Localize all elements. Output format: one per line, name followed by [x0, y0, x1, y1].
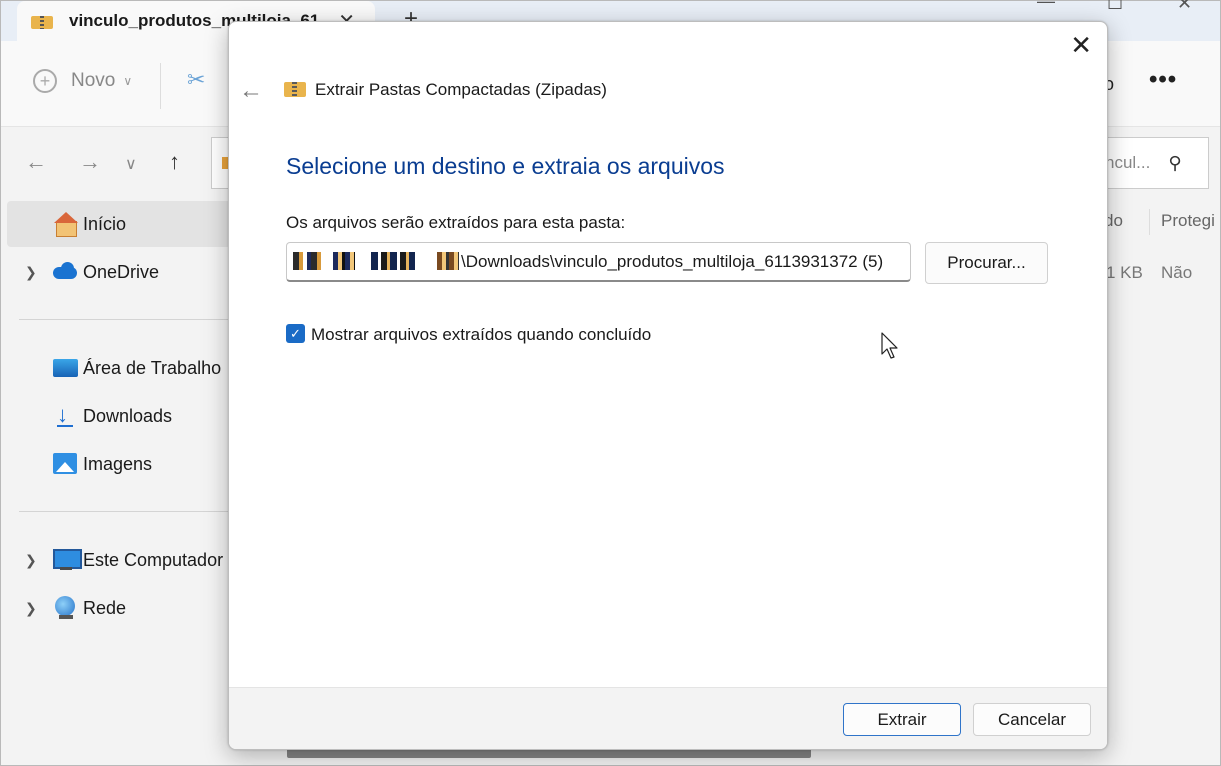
show-files-checkbox-label[interactable]: Mostrar arquivos extraídos quando conclu… — [311, 325, 651, 345]
maximize-icon[interactable]: ☐ — [1107, 0, 1123, 14]
desktop-icon — [53, 356, 79, 380]
minimize-icon[interactable]: — — [1037, 0, 1055, 12]
back-arrow-icon[interactable]: ← — [25, 149, 47, 175]
column-divider — [1149, 209, 1150, 235]
computer-icon — [53, 548, 82, 572]
sidebar-divider — [19, 511, 231, 512]
dialog-footer: Extrair Cancelar — [229, 687, 1107, 749]
window-close-icon[interactable]: ✕ — [1177, 0, 1192, 14]
sidebar-item-desktop[interactable]: Área de Trabalho — [7, 345, 231, 391]
up-arrow-icon[interactable]: ↑ — [169, 149, 180, 175]
zip-folder-icon — [31, 13, 53, 29]
sidebar-item-this-pc[interactable]: ❯ Este Computador — [7, 537, 231, 583]
network-icon — [53, 596, 79, 620]
sidebar-item-label: Downloads — [83, 405, 173, 426]
sidebar-divider — [19, 319, 231, 320]
toolbar-divider — [160, 63, 161, 109]
sidebar-item-label: Imagens — [83, 453, 153, 474]
plus-icon: + — [33, 69, 57, 93]
file-size-cell: 1 KB — [1106, 263, 1143, 282]
mouse-pointer-icon — [881, 332, 898, 359]
dialog-heading: Selecione um destino e extraia os arquiv… — [286, 153, 725, 179]
redacted-path-segment — [371, 252, 415, 270]
browse-button[interactable]: Procurar... — [925, 242, 1048, 284]
redacted-path-segment — [333, 252, 355, 270]
redacted-path-segment — [437, 252, 459, 270]
more-options-icon[interactable]: ••• — [1149, 66, 1177, 94]
protected-cell: Não — [1161, 263, 1193, 282]
chevron-down-icon: ∨ — [123, 74, 133, 88]
sidebar-item-onedrive[interactable]: ❯ OneDrive — [7, 249, 231, 295]
search-icon: ⚲ — [1168, 152, 1182, 173]
sidebar-item-downloads[interactable]: Downloads — [7, 393, 231, 439]
onedrive-cloud-icon — [53, 260, 79, 284]
sidebar-item-network[interactable]: ❯ Rede — [7, 585, 231, 631]
zip-folder-icon — [284, 79, 306, 97]
column-header-protected[interactable]: Protegi — [1161, 211, 1215, 231]
sidebar-item-inicio[interactable]: Início — [7, 201, 231, 247]
sidebar-item-label: Início — [83, 213, 127, 234]
sidebar-item-label: Área de Trabalho — [83, 357, 222, 378]
back-arrow-icon[interactable]: ← — [239, 77, 263, 105]
search-input[interactable]: ncul... ⚲ — [1099, 137, 1209, 189]
sidebar-item-images[interactable]: Imagens — [7, 441, 231, 487]
extract-zip-dialog: ✕ ← Extrair Pastas Compactadas (Zipadas)… — [228, 21, 1108, 750]
sidebar-item-label: Este Computador — [83, 549, 224, 570]
search-placeholder: ncul... — [1105, 153, 1151, 172]
cancel-button[interactable]: Cancelar — [973, 703, 1091, 736]
new-button-label: Novo — [71, 70, 116, 91]
checkmark-icon: ✓ — [290, 325, 301, 341]
dialog-close-icon[interactable]: ✕ — [1070, 30, 1092, 61]
sidebar-item-label: Rede — [83, 597, 127, 618]
sidebar-item-label: OneDrive — [83, 261, 160, 282]
navigation-pane: Início ❯ OneDrive Área de Trabalho Downl… — [1, 199, 231, 766]
recent-locations-chevron-icon[interactable]: ∨ — [125, 154, 137, 174]
destination-path-value: \Downloads\vinculo_produtos_multiloja_61… — [461, 252, 884, 271]
home-icon — [53, 212, 79, 237]
download-icon — [53, 402, 79, 428]
chevron-right-icon[interactable]: ❯ — [25, 600, 37, 617]
forward-arrow-icon[interactable]: → — [79, 149, 101, 175]
chevron-right-icon[interactable]: ❯ — [25, 264, 37, 281]
path-label: Os arquivos serão extraídos para esta pa… — [286, 213, 626, 232]
show-files-checkbox[interactable]: ✓ — [286, 324, 305, 343]
new-button[interactable]: + Novo ∨ — [33, 69, 132, 93]
chevron-right-icon[interactable]: ❯ — [25, 552, 37, 569]
redacted-path-segment — [293, 252, 325, 270]
pictures-icon — [53, 452, 79, 476]
cut-icon[interactable]: ✂ — [187, 67, 205, 93]
dialog-title: Extrair Pastas Compactadas (Zipadas) — [315, 80, 607, 99]
destination-path-input[interactable]: \Downloads\vinculo_produtos_multiloja_61… — [286, 242, 911, 282]
extract-button[interactable]: Extrair — [843, 703, 961, 736]
